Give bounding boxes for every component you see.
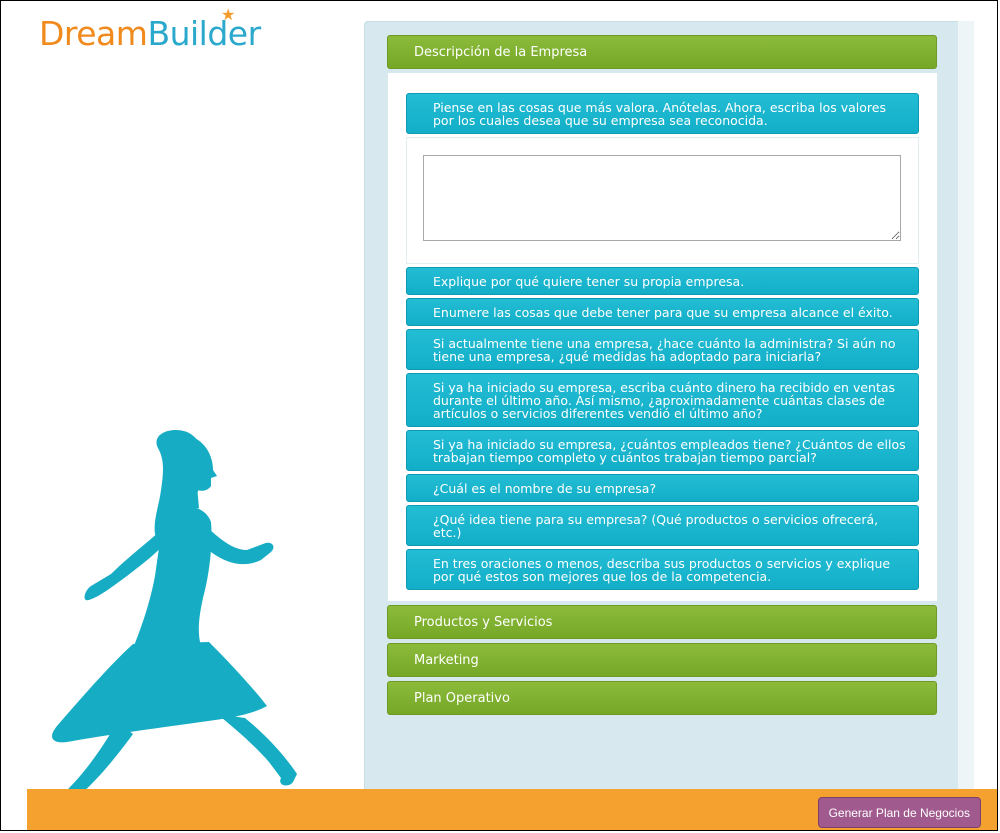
panel-scrollbar[interactable] <box>958 21 974 801</box>
question-7[interactable]: ¿Cuál es el nombre de su empresa? <box>406 474 919 502</box>
page: DreamBuilder ★ Descripción de la Empresa… <box>0 0 998 831</box>
question-4[interactable]: Si actualmente tiene una empresa, ¿hace … <box>406 329 919 370</box>
section-header-productos[interactable]: Productos y Servicios <box>387 605 937 639</box>
section-header-marketing[interactable]: Marketing <box>387 643 937 677</box>
section-header-descripcion[interactable]: Descripción de la Empresa <box>387 35 937 69</box>
question-1[interactable]: Piense en las cosas que más valora. Anót… <box>406 93 919 134</box>
accordion: Descripción de la Empresa Piense en las … <box>387 35 937 719</box>
answer-textarea[interactable] <box>423 155 901 241</box>
footer-bar: Generar Plan de Negocios <box>27 789 997 830</box>
question-5[interactable]: Si ya ha iniciado su empresa, escriba cu… <box>406 373 919 427</box>
section-body-descripcion: Piense en las cosas que más valora. Anót… <box>387 73 937 601</box>
logo-builder-text: Builder <box>147 14 261 53</box>
generate-plan-button[interactable]: Generar Plan de Negocios <box>817 797 981 828</box>
question-9[interactable]: En tres oraciones o menos, describa sus … <box>406 549 919 590</box>
question-8[interactable]: ¿Qué idea tiene para su empresa? (Qué pr… <box>406 505 919 546</box>
logo-dream-text: Dream <box>39 14 148 53</box>
answer-container <box>406 137 919 264</box>
question-3[interactable]: Enumere las cosas que debe tener para qu… <box>406 298 919 326</box>
question-6[interactable]: Si ya ha iniciado su empresa, ¿cuántos e… <box>406 430 919 471</box>
star-icon: ★ <box>221 5 236 24</box>
walking-woman-silhouette <box>52 430 297 798</box>
question-2[interactable]: Explique por qué quiere tener su propia … <box>406 267 919 295</box>
section-header-plan-operativo[interactable]: Plan Operativo <box>387 681 937 715</box>
